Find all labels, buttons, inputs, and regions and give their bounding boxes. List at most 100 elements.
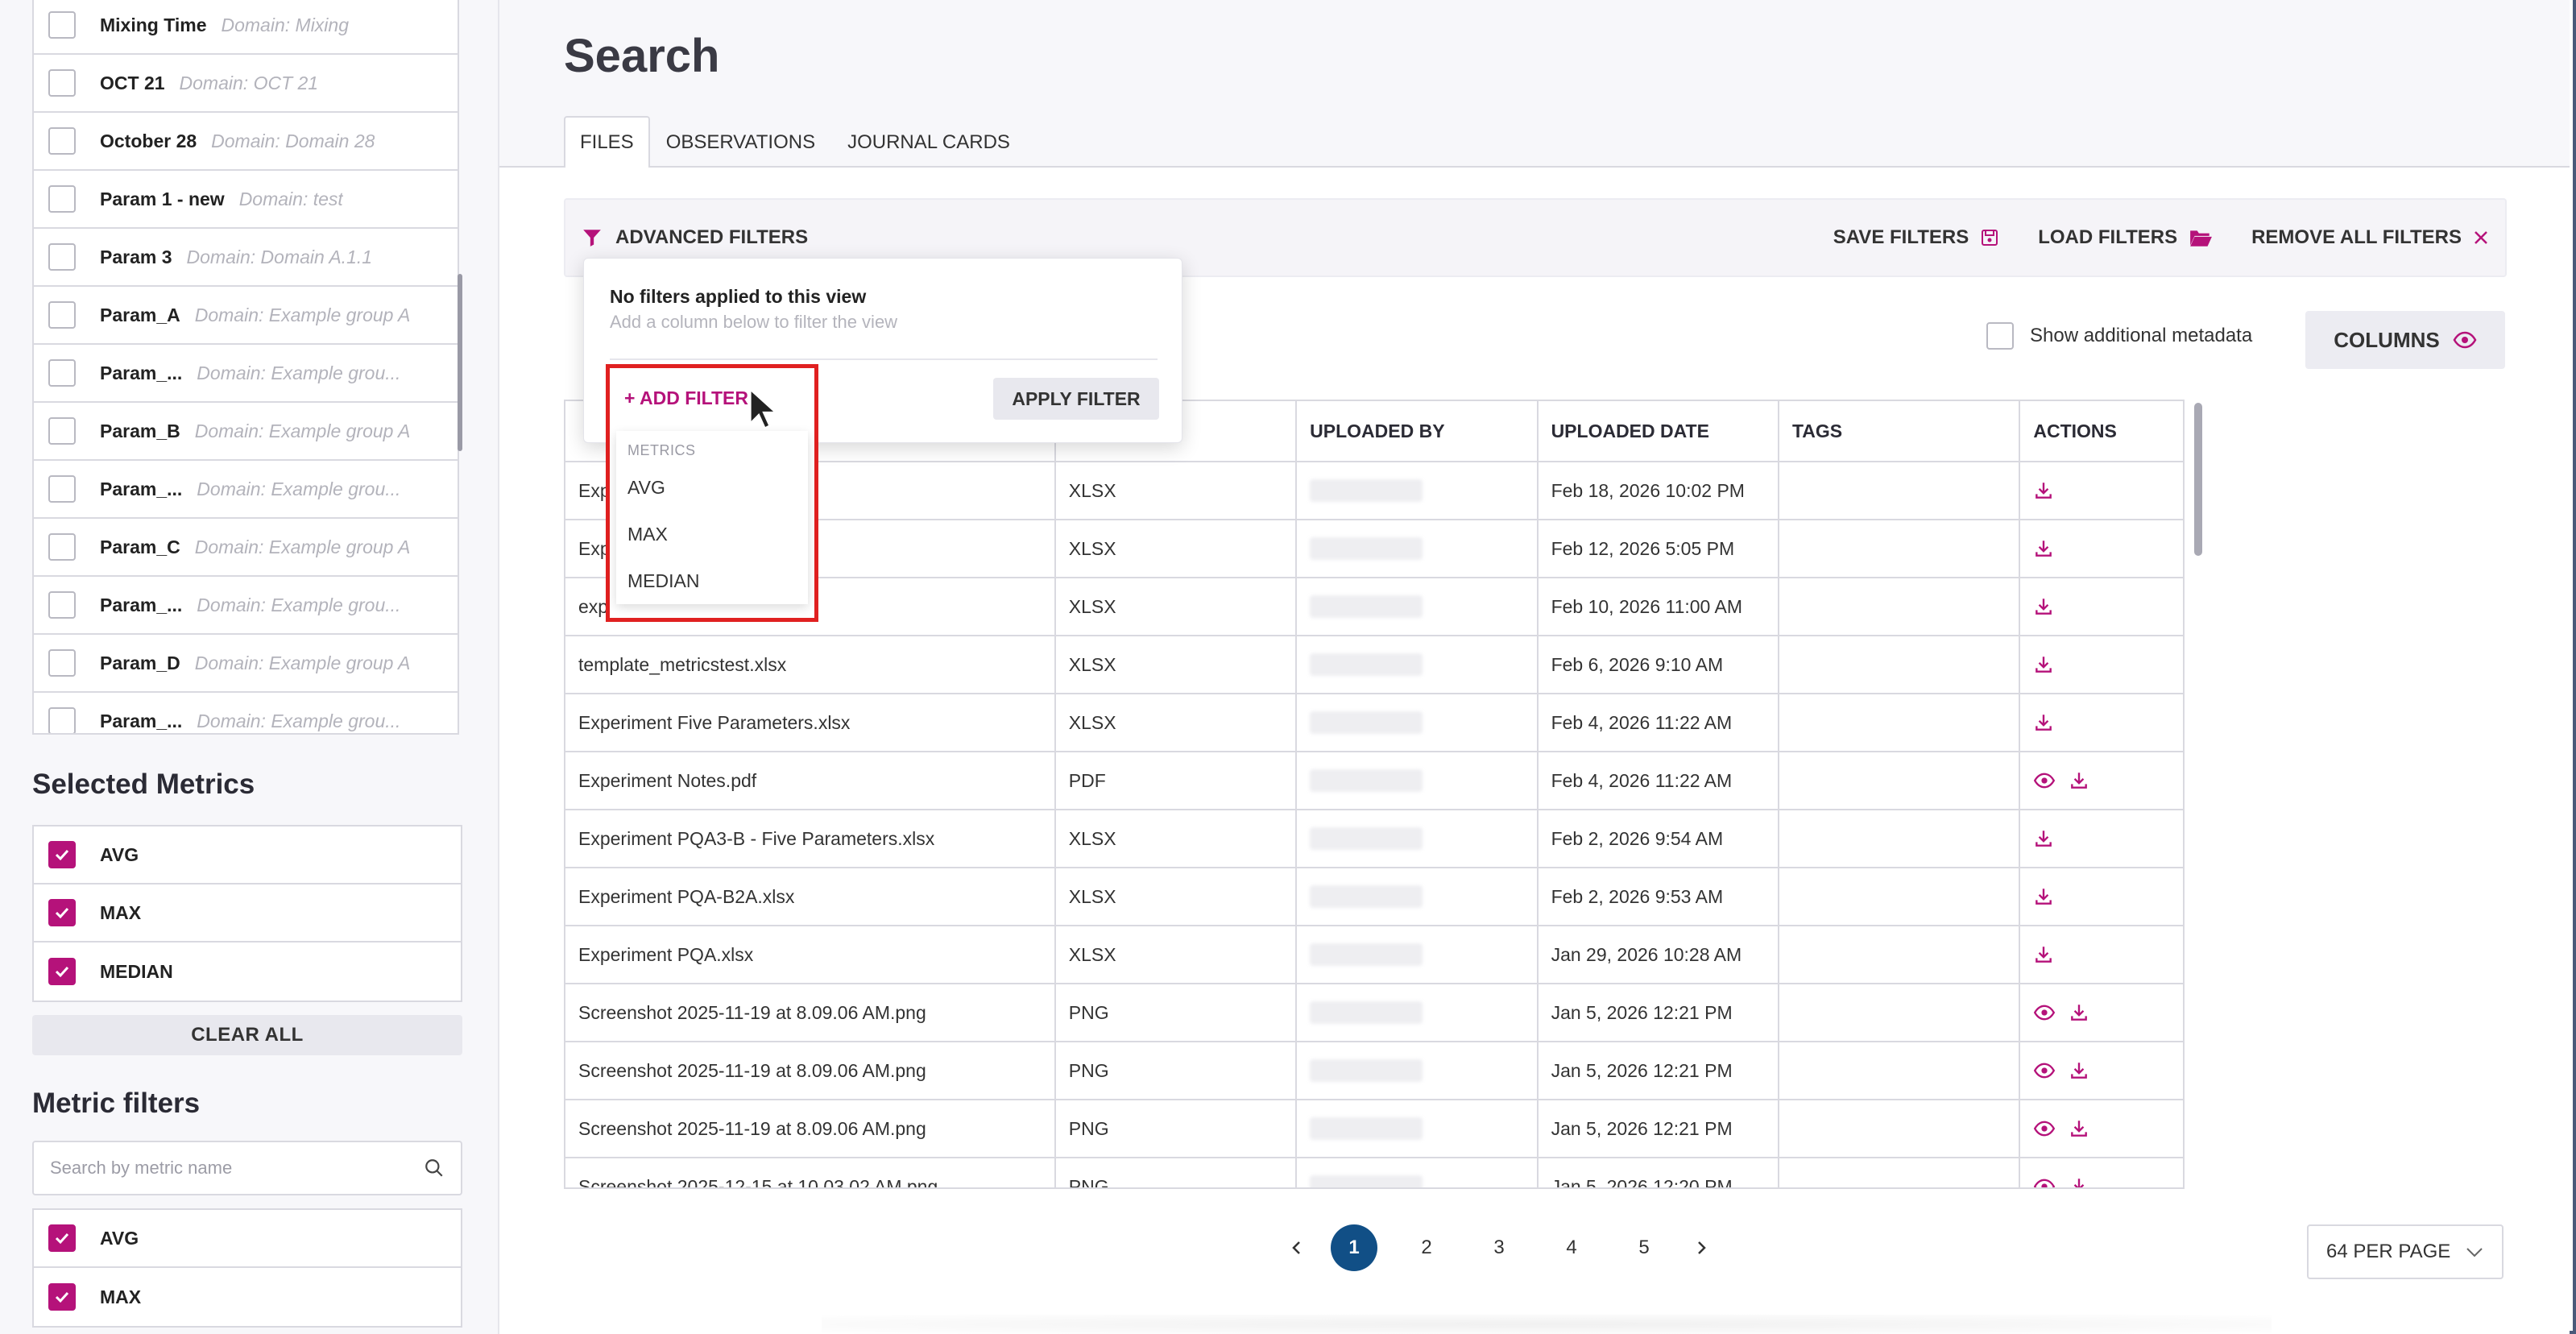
selected-metric-item[interactable]: AVG	[34, 826, 461, 884]
checkbox-checked-icon[interactable]	[48, 841, 76, 868]
eye-icon[interactable]	[2033, 1179, 2056, 1189]
load-filters-button[interactable]: LOAD FILTERS	[2038, 226, 2213, 249]
download-icon[interactable]	[2033, 654, 2054, 675]
eye-icon[interactable]	[2033, 1063, 2056, 1079]
checkbox-unchecked-icon[interactable]	[48, 11, 76, 39]
file-name[interactable]: Experiment Five Parameters.xlsx	[565, 694, 1056, 751]
checkbox-unchecked-icon[interactable]	[1986, 322, 2014, 350]
dropdown-item-avg[interactable]: AVG	[616, 464, 808, 511]
apply-filter-button[interactable]: APPLY FILTER	[993, 378, 1159, 420]
dropdown-item-median[interactable]: MEDIAN	[616, 557, 808, 604]
parameter-item[interactable]: Param 3 Domain: Domain A.1.1	[34, 229, 458, 287]
parameter-item[interactable]: Param_D Domain: Example group A	[34, 635, 458, 693]
checkbox-checked-icon[interactable]	[48, 899, 76, 926]
remove-all-filters-button[interactable]: REMOVE ALL FILTERS	[2251, 226, 2489, 249]
checkbox-unchecked-icon[interactable]	[48, 243, 76, 271]
checkbox-unchecked-icon[interactable]	[48, 707, 76, 733]
parameter-item[interactable]: Mixing Time Domain: Mixing	[34, 0, 458, 55]
metric-filter-item[interactable]: AVG	[34, 1210, 461, 1268]
eye-icon[interactable]	[2033, 1005, 2056, 1021]
filter-icon[interactable]	[582, 227, 603, 248]
page-button-5[interactable]: 5	[1621, 1224, 1667, 1271]
parameter-item[interactable]: Param_C Domain: Example group A	[34, 519, 458, 577]
sidebar-scrollbar[interactable]	[458, 274, 462, 451]
checkbox-unchecked-icon[interactable]	[48, 301, 76, 329]
checkbox-unchecked-icon[interactable]	[48, 591, 76, 619]
download-icon[interactable]	[2069, 1060, 2089, 1081]
parameter-item[interactable]: OCT 21 Domain: OCT 21	[34, 55, 458, 113]
eye-icon[interactable]	[2033, 1121, 2056, 1137]
table-row[interactable]: Experiment PQA3-B - Five Parameters.xlsx…	[565, 810, 2183, 868]
file-name[interactable]: Experiment Notes.pdf	[565, 752, 1056, 809]
per-page-select[interactable]: 64 PER PAGE	[2307, 1224, 2504, 1279]
parameter-item[interactable]: October 28 Domain: Domain 28	[34, 113, 458, 171]
checkbox-checked-icon[interactable]	[48, 958, 76, 985]
download-icon[interactable]	[2069, 1002, 2089, 1023]
parameter-item[interactable]: Param_A Domain: Example group A	[34, 287, 458, 345]
tab-files[interactable]: FILES	[564, 116, 650, 168]
page-button-3[interactable]: 3	[1476, 1224, 1522, 1271]
file-name[interactable]: Experiment PQA.xlsx	[565, 926, 1056, 983]
file-name[interactable]: Screenshot 2025-11-19 at 8.09.06 AM.png	[565, 1100, 1056, 1157]
parameter-item[interactable]: Param_... Domain: Example grou...	[34, 461, 458, 519]
search-icon[interactable]	[424, 1158, 445, 1179]
table-row[interactable]: Experiment PQA-B2A.xlsx XLSX Feb 2, 2026 9…	[565, 868, 2183, 926]
download-icon[interactable]	[2033, 712, 2054, 733]
download-icon[interactable]	[2033, 886, 2054, 907]
checkbox-checked-icon[interactable]	[48, 1224, 76, 1252]
selected-metric-item[interactable]: MAX	[34, 884, 461, 942]
download-icon[interactable]	[2033, 944, 2054, 965]
table-row[interactable]: Screenshot 2025-11-19 at 8.09.06 AM.png P…	[565, 1100, 2183, 1158]
add-filter-button[interactable]: + ADD FILTER	[624, 387, 748, 409]
chevron-left-icon[interactable]	[1289, 1238, 1305, 1257]
file-name[interactable]: Experiment PQA3-B - Five Parameters.xlsx	[565, 810, 1056, 867]
tab-journal-cards[interactable]: JOURNAL CARDS	[831, 116, 1026, 168]
checkbox-unchecked-icon[interactable]	[48, 649, 76, 677]
save-filters-button[interactable]: SAVE FILTERS	[1833, 226, 1999, 249]
checkbox-unchecked-icon[interactable]	[48, 359, 76, 387]
download-icon[interactable]	[2033, 538, 2054, 559]
page-button-2[interactable]: 2	[1403, 1224, 1450, 1271]
column-header-uploaded-by[interactable]: UPLOADED BY	[1297, 401, 1539, 461]
checkbox-unchecked-icon[interactable]	[48, 127, 76, 155]
metric-filter-item[interactable]: MAX	[34, 1268, 461, 1326]
file-name[interactable]: Experiment PQA-B2A.xlsx	[565, 868, 1056, 925]
file-name[interactable]: template_metricstest.xlsx	[565, 636, 1056, 693]
parameter-item[interactable]: Param_... Domain: Example grou...	[34, 577, 458, 635]
table-row[interactable]: Experiment Notes.pdf PDF Feb 4, 2026 11:22…	[565, 752, 2183, 810]
download-icon[interactable]	[2069, 770, 2089, 791]
show-additional-metadata-toggle[interactable]: Show additional metadata	[1986, 322, 2252, 350]
checkbox-unchecked-icon[interactable]	[48, 69, 76, 97]
parameter-item[interactable]: Param 1 - new Domain: test	[34, 171, 458, 229]
checkbox-unchecked-icon[interactable]	[48, 185, 76, 213]
dropdown-item-max[interactable]: MAX	[616, 511, 808, 557]
file-name[interactable]: Screenshot 2025-12-15 at 10.03.02 AM.png	[565, 1158, 1056, 1187]
file-name[interactable]: Screenshot 2025-11-19 at 8.09.06 AM.png	[565, 984, 1056, 1041]
checkbox-unchecked-icon[interactable]	[48, 417, 76, 445]
file-name[interactable]: Screenshot 2025-11-19 at 8.09.06 AM.png	[565, 1042, 1056, 1099]
table-row[interactable]: Screenshot 2025-11-19 at 8.09.06 AM.png P…	[565, 984, 2183, 1042]
download-icon[interactable]	[2033, 596, 2054, 617]
column-header-uploaded-date[interactable]: UPLOADED DATE	[1539, 401, 1779, 461]
table-scrollbar[interactable]	[2194, 403, 2202, 556]
download-icon[interactable]	[2033, 480, 2054, 501]
page-button-4[interactable]: 4	[1548, 1224, 1595, 1271]
parameter-item[interactable]: Param_B Domain: Example group A	[34, 403, 458, 461]
parameter-item[interactable]: Param_... Domain: Example grou...	[34, 345, 458, 403]
table-row[interactable]: Experiment PQA.xlsx XLSX Jan 29, 2026 10:2…	[565, 926, 2183, 984]
clear-all-button[interactable]: CLEAR ALL	[32, 1015, 462, 1055]
table-row[interactable]: template_metricstest.xlsx XLSX Feb 6, 2026…	[565, 636, 2183, 694]
parameter-item[interactable]: Param_... Domain: Example grou...	[34, 693, 458, 733]
page-button-1[interactable]: 1	[1331, 1224, 1377, 1271]
columns-button[interactable]: COLUMNS	[2305, 311, 2505, 369]
column-header-tags[interactable]: TAGS	[1779, 401, 2021, 461]
checkbox-unchecked-icon[interactable]	[48, 475, 76, 503]
tab-observations[interactable]: OBSERVATIONS	[650, 116, 831, 168]
download-icon[interactable]	[2033, 828, 2054, 849]
table-row[interactable]: Screenshot 2025-11-19 at 8.09.06 AM.png P…	[565, 1042, 2183, 1100]
download-icon[interactable]	[2069, 1176, 2089, 1189]
table-row[interactable]: Experiment Five Parameters.xlsx XLSX Feb 4…	[565, 694, 2183, 752]
selected-metric-item[interactable]: MEDIAN	[34, 942, 461, 1000]
checkbox-unchecked-icon[interactable]	[48, 533, 76, 561]
advanced-filters-toggle[interactable]: ADVANCED FILTERS	[615, 226, 808, 249]
